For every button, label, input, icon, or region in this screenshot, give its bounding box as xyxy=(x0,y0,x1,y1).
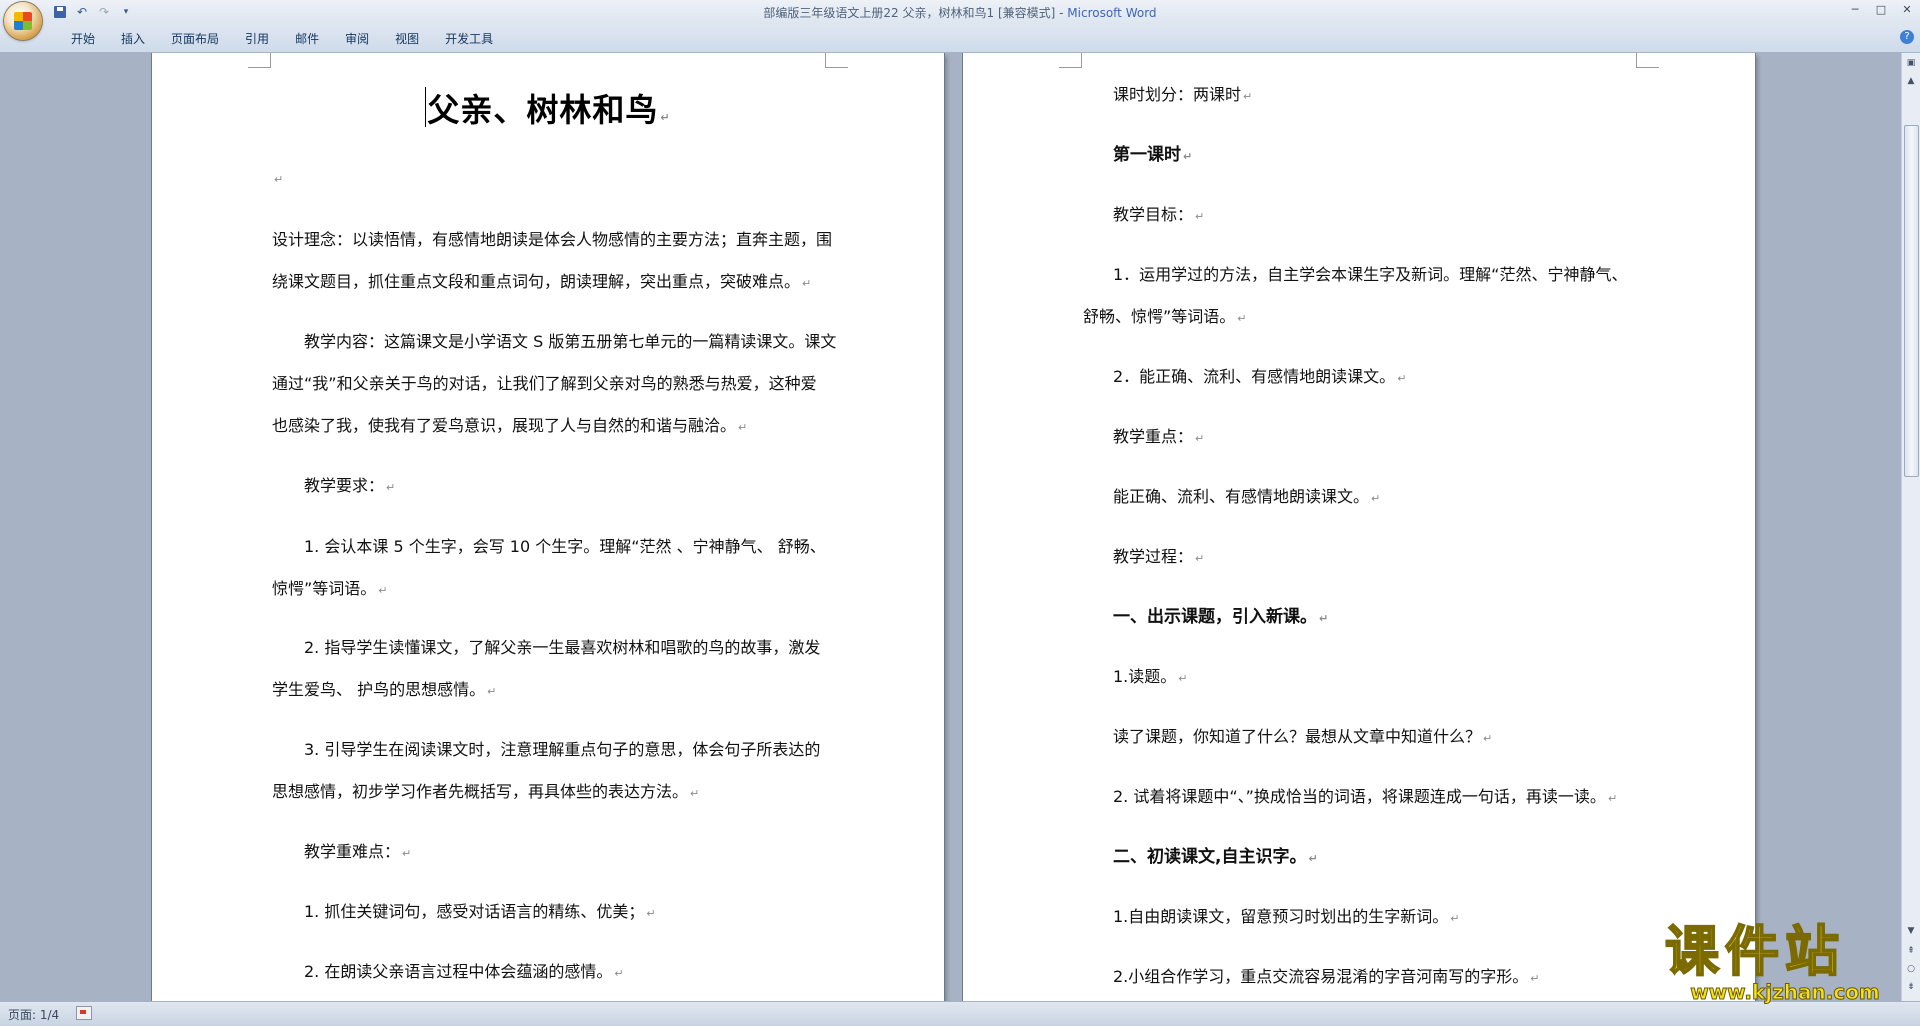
paragraph: 1．运用学过的方法，自主学会本课生字及新词。理解“茫然、宁神静气、 xyxy=(1113,265,1628,284)
tab-developer[interactable]: 开发工具 xyxy=(432,30,506,48)
ruler-toggle-icon[interactable]: ▣ xyxy=(1903,55,1919,71)
paragraph: 教学重点： ↵ xyxy=(1113,427,1205,446)
paragraph: 1.自由朗读课文，留意预习时划出的生字新词。 ↵ xyxy=(1113,907,1460,926)
document-title: 部编版三年级语文上册22 父亲，树林和鸟1 [兼容模式] - xyxy=(763,6,1068,20)
page-indicator[interactable]: 页面: 1/4 xyxy=(8,1006,59,1023)
tab-home[interactable]: 开始 xyxy=(58,30,108,48)
paragraph: 教学过程： ↵ xyxy=(1113,547,1205,566)
previous-page-icon[interactable]: ⇞ xyxy=(1903,943,1919,959)
paragraph: 惊愕”等词语。 ↵ xyxy=(272,579,388,598)
paragraph: 1.读题。 ↵ xyxy=(1113,667,1188,686)
window-controls: ─ □ ✕ xyxy=(1842,0,1920,18)
watermark-text: 课件站 xyxy=(1664,920,1845,983)
watermark-logo: 课件站 www.kjzhan.com xyxy=(1664,920,1905,1005)
paragraph: 教学目标： ↵ xyxy=(1113,205,1205,224)
maximize-button[interactable]: □ xyxy=(1868,0,1894,18)
section-heading: 二、初读课文,自主识字。 ↵ xyxy=(1113,847,1318,867)
scroll-up-icon[interactable]: ▲ xyxy=(1903,73,1919,89)
paragraph: 能正确、流利、有感情地朗读课文。 ↵ xyxy=(1113,487,1381,506)
vertical-scrollbar[interactable]: ▣ ▲ ▼ ⇞ ○ ⇟ xyxy=(1901,53,1920,1001)
title-bar: ↶ ↷ ▾ 部编版三年级语文上册22 父亲，树林和鸟1 [兼容模式] - Mic… xyxy=(0,0,1920,40)
paragraph: 2. 指导学生读懂课文，了解父亲一生最喜欢树林和唱歌的鸟的故事，激发 xyxy=(304,638,821,657)
paragraph: 3. 引导学生在阅读课文时，注意理解重点句子的意思，体会句子所表达的 xyxy=(304,740,821,759)
section-heading: 第一课时 ↵ xyxy=(1113,145,1193,165)
paragraph: 教学要求： ↵ xyxy=(304,476,396,495)
paragraph: 2. 在朗读父亲语言过程中体会蕴涵的感情。 ↵ xyxy=(304,962,624,981)
empty-paragraph: ↵ xyxy=(274,173,284,186)
paragraph: 2.小组合作学习，重点交流容易混淆的字音河南写的字形。 ↵ xyxy=(1113,967,1540,986)
ribbon-tabs: 开始 插入 页面布局 引用 邮件 审阅 视图 开发工具 ? xyxy=(0,24,1920,53)
watermark-url: www.kjzhan.com xyxy=(1690,980,1881,1005)
tab-view[interactable]: 视图 xyxy=(382,30,432,48)
document-page-1[interactable]: 父亲、树林和鸟 ↵ ↵ 设计理念：以读悟情，有感情地朗读是体会人物感情的主要方法；… xyxy=(152,53,944,1001)
close-button[interactable]: ✕ xyxy=(1894,0,1920,18)
window-title: 部编版三年级语文上册22 父亲，树林和鸟1 [兼容模式] - Microsoft… xyxy=(0,4,1920,21)
scroll-down-icon[interactable]: ▼ xyxy=(1903,923,1919,939)
paragraph: 舒畅、惊愕”等词语。 ↵ xyxy=(1083,307,1247,326)
paragraph: 课时划分：两课时 ↵ xyxy=(1113,85,1253,104)
select-browse-object-icon[interactable]: ○ xyxy=(1903,961,1919,977)
margin-corner-mark xyxy=(825,53,848,68)
office-button[interactable] xyxy=(4,2,42,40)
margin-corner-mark xyxy=(248,53,271,68)
app-name: Microsoft Word xyxy=(1067,6,1157,20)
tab-insert[interactable]: 插入 xyxy=(108,30,158,48)
document-page-2[interactable]: 课时划分：两课时 ↵ 第一课时 ↵ 教学目标： ↵ 1．运用学过的方法，自主学会本课生… xyxy=(963,53,1755,1001)
tab-page-layout[interactable]: 页面布局 xyxy=(158,30,232,48)
paragraph: 学生爱鸟、 护鸟的思想感情。 ↵ xyxy=(272,680,497,699)
page-title: 父亲、树林和鸟 ↵ xyxy=(152,85,944,131)
paragraph: 读了课题，你知道了什么？最想从文章中知道什么？ ↵ xyxy=(1113,727,1493,746)
paragraph: 2．能正确、流利、有感情地朗读课文。 ↵ xyxy=(1113,367,1407,386)
paragraph: 设计理念：以读悟情，有感情地朗读是体会人物感情的主要方法；直奔主题，围 xyxy=(272,230,833,249)
paragraph: 思想感情，初步学习作者先概括写，再具体些的表达方法。 ↵ xyxy=(272,782,700,801)
tab-references[interactable]: 引用 xyxy=(232,30,282,48)
paragraph: 1. 会认本课 5 个生字，会写 10 个生字。理解“茫然 、宁神静气、 舒畅、 xyxy=(304,537,826,556)
proofing-status-icon[interactable] xyxy=(76,1006,92,1020)
paragraph: 绕课文题目，抓住重点文段和重点词句，朗读理解，突出重点，突破难点。 ↵ xyxy=(272,272,812,291)
margin-corner-mark xyxy=(1636,53,1659,68)
office-logo-icon xyxy=(14,12,32,30)
status-bar: 页面: 1/4 xyxy=(0,1001,1920,1026)
scroll-thumb[interactable] xyxy=(1904,125,1919,477)
paragraph: 教学内容：这篇课文是小学语文 S 版第五册第七单元的一篇精读课文。课文 xyxy=(304,332,837,351)
paragraph: 教学重难点： ↵ xyxy=(304,842,412,861)
help-icon[interactable]: ? xyxy=(1900,30,1914,44)
section-heading: 一、出示课题，引入新课。 ↵ xyxy=(1113,607,1329,627)
paragraph: 2. 试着将课题中“、”换成恰当的词语，将课题连成一句话，再读一读。 ↵ xyxy=(1113,787,1618,806)
paragraph: 也感染了我，使我有了爱鸟意识，展现了人与自然的和谐与融洽。 ↵ xyxy=(272,416,748,435)
tab-mailings[interactable]: 邮件 xyxy=(282,30,332,48)
minimize-button[interactable]: ─ xyxy=(1842,0,1868,18)
margin-corner-mark xyxy=(1059,53,1082,68)
paragraph: 通过“我”和父亲关于鸟的对话，让我们了解到父亲对鸟的熟悉与热爱，这种爱 xyxy=(272,374,817,393)
document-workspace: 父亲、树林和鸟 ↵ ↵ 设计理念：以读悟情，有感情地朗读是体会人物感情的主要方法；… xyxy=(0,53,1902,1001)
paragraph: 1. 抓住关键词句，感受对话语言的精练、优美； ↵ xyxy=(304,902,656,921)
next-page-icon[interactable]: ⇟ xyxy=(1903,979,1919,995)
tab-review[interactable]: 审阅 xyxy=(332,30,382,48)
